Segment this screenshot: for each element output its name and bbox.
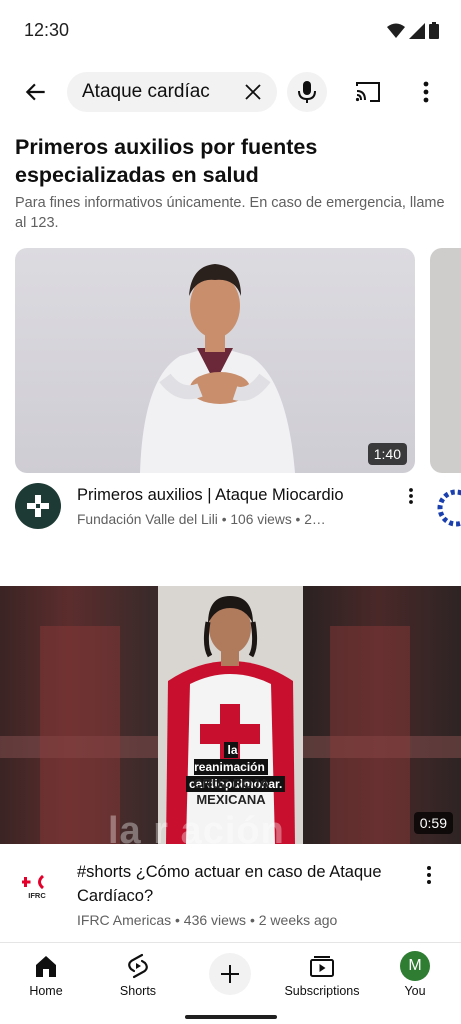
signal-icon [409, 22, 425, 39]
caption-line-1: la reanimación [194, 742, 268, 775]
shorts-icon [123, 951, 153, 981]
nav-home-label: Home [29, 984, 63, 998]
video-metadata: IFRC Americas • 436 views • 2 weeks ago [77, 912, 338, 928]
status-bar: 12:30 [0, 0, 461, 60]
voice-search-button[interactable] [287, 72, 327, 112]
create-button[interactable] [209, 953, 251, 995]
ifrc-logo-text: IFRC [28, 891, 46, 900]
video-duration: 1:40 [367, 443, 407, 465]
wifi-icon [387, 23, 405, 38]
bottom-navigation: Home Shorts Subscriptions M You [0, 942, 461, 1024]
nav-subscriptions[interactable]: Subscriptions [276, 951, 368, 998]
section-title: Primeros auxilios por fuentes especializ… [15, 135, 318, 187]
nav-shorts-label: Shorts [119, 984, 157, 998]
next-video-thumbnail[interactable] [430, 248, 461, 473]
cross-logo-icon [27, 495, 49, 517]
more-options-button[interactable] [408, 74, 444, 110]
cast-button[interactable] [350, 74, 386, 110]
more-vert-icon [423, 81, 429, 103]
close-icon [245, 84, 261, 100]
avatar: M [400, 951, 430, 981]
shorts-video-thumbnail[interactable]: la reanimación cardiopulmonar. CRUZ ROJA… [0, 586, 461, 844]
nav-you[interactable]: M You [369, 951, 461, 998]
status-time: 12:30 [24, 20, 70, 40]
video-title[interactable]: #shorts ¿Cómo actuar en caso de Ataque C… [77, 860, 397, 908]
channel-avatar[interactable] [15, 483, 61, 529]
section-disclaimer: Para fines informativos únicamente. En c… [15, 195, 445, 231]
video-duration: 0:59 [413, 812, 453, 834]
gesture-bar [185, 1015, 277, 1019]
search-query: Ataque cardíac [82, 81, 210, 102]
subscriptions-icon [307, 951, 337, 981]
more-vert-icon [427, 866, 431, 884]
home-icon [31, 951, 61, 981]
nav-shorts[interactable]: Shorts [92, 951, 184, 998]
avatar-letter: M [400, 951, 430, 981]
nav-you-label: You [404, 984, 426, 998]
ifrc-channel-avatar[interactable]: IFRC [22, 870, 52, 900]
battery-icon [429, 22, 439, 39]
shorts-frame: la reanimación cardiopulmonar. CRUZ ROJA… [158, 586, 303, 844]
video-title[interactable]: Primeros auxilios | Ataque Miocardio [77, 486, 397, 505]
back-button[interactable] [18, 74, 54, 110]
search-input[interactable]: Ataque cardíac [67, 72, 277, 112]
doctor-illustration [140, 264, 295, 473]
blurred-overlay-text: la r ación [108, 810, 285, 844]
search-toolbar: Ataque cardíac [0, 66, 461, 118]
plus-icon [221, 965, 239, 983]
video-more-button[interactable] [418, 862, 440, 888]
cast-icon [355, 82, 380, 102]
nav-home[interactable]: Home [0, 951, 92, 998]
video-thumbnail[interactable]: 1:40 [15, 248, 415, 473]
video-metadata: Fundación Valle del Lili • 106 views • 2… [77, 512, 326, 527]
more-vert-icon [409, 488, 413, 504]
status-icons [387, 22, 439, 39]
arrow-back-icon [25, 83, 45, 101]
video-more-button[interactable] [400, 484, 422, 508]
clear-search-button[interactable] [237, 76, 269, 108]
mic-icon [298, 81, 316, 103]
vest-text: CRUZ ROJA MEXICANA [193, 776, 269, 807]
nav-subscriptions-label: Subscriptions [284, 984, 360, 998]
next-channel-avatar[interactable] [436, 488, 461, 528]
